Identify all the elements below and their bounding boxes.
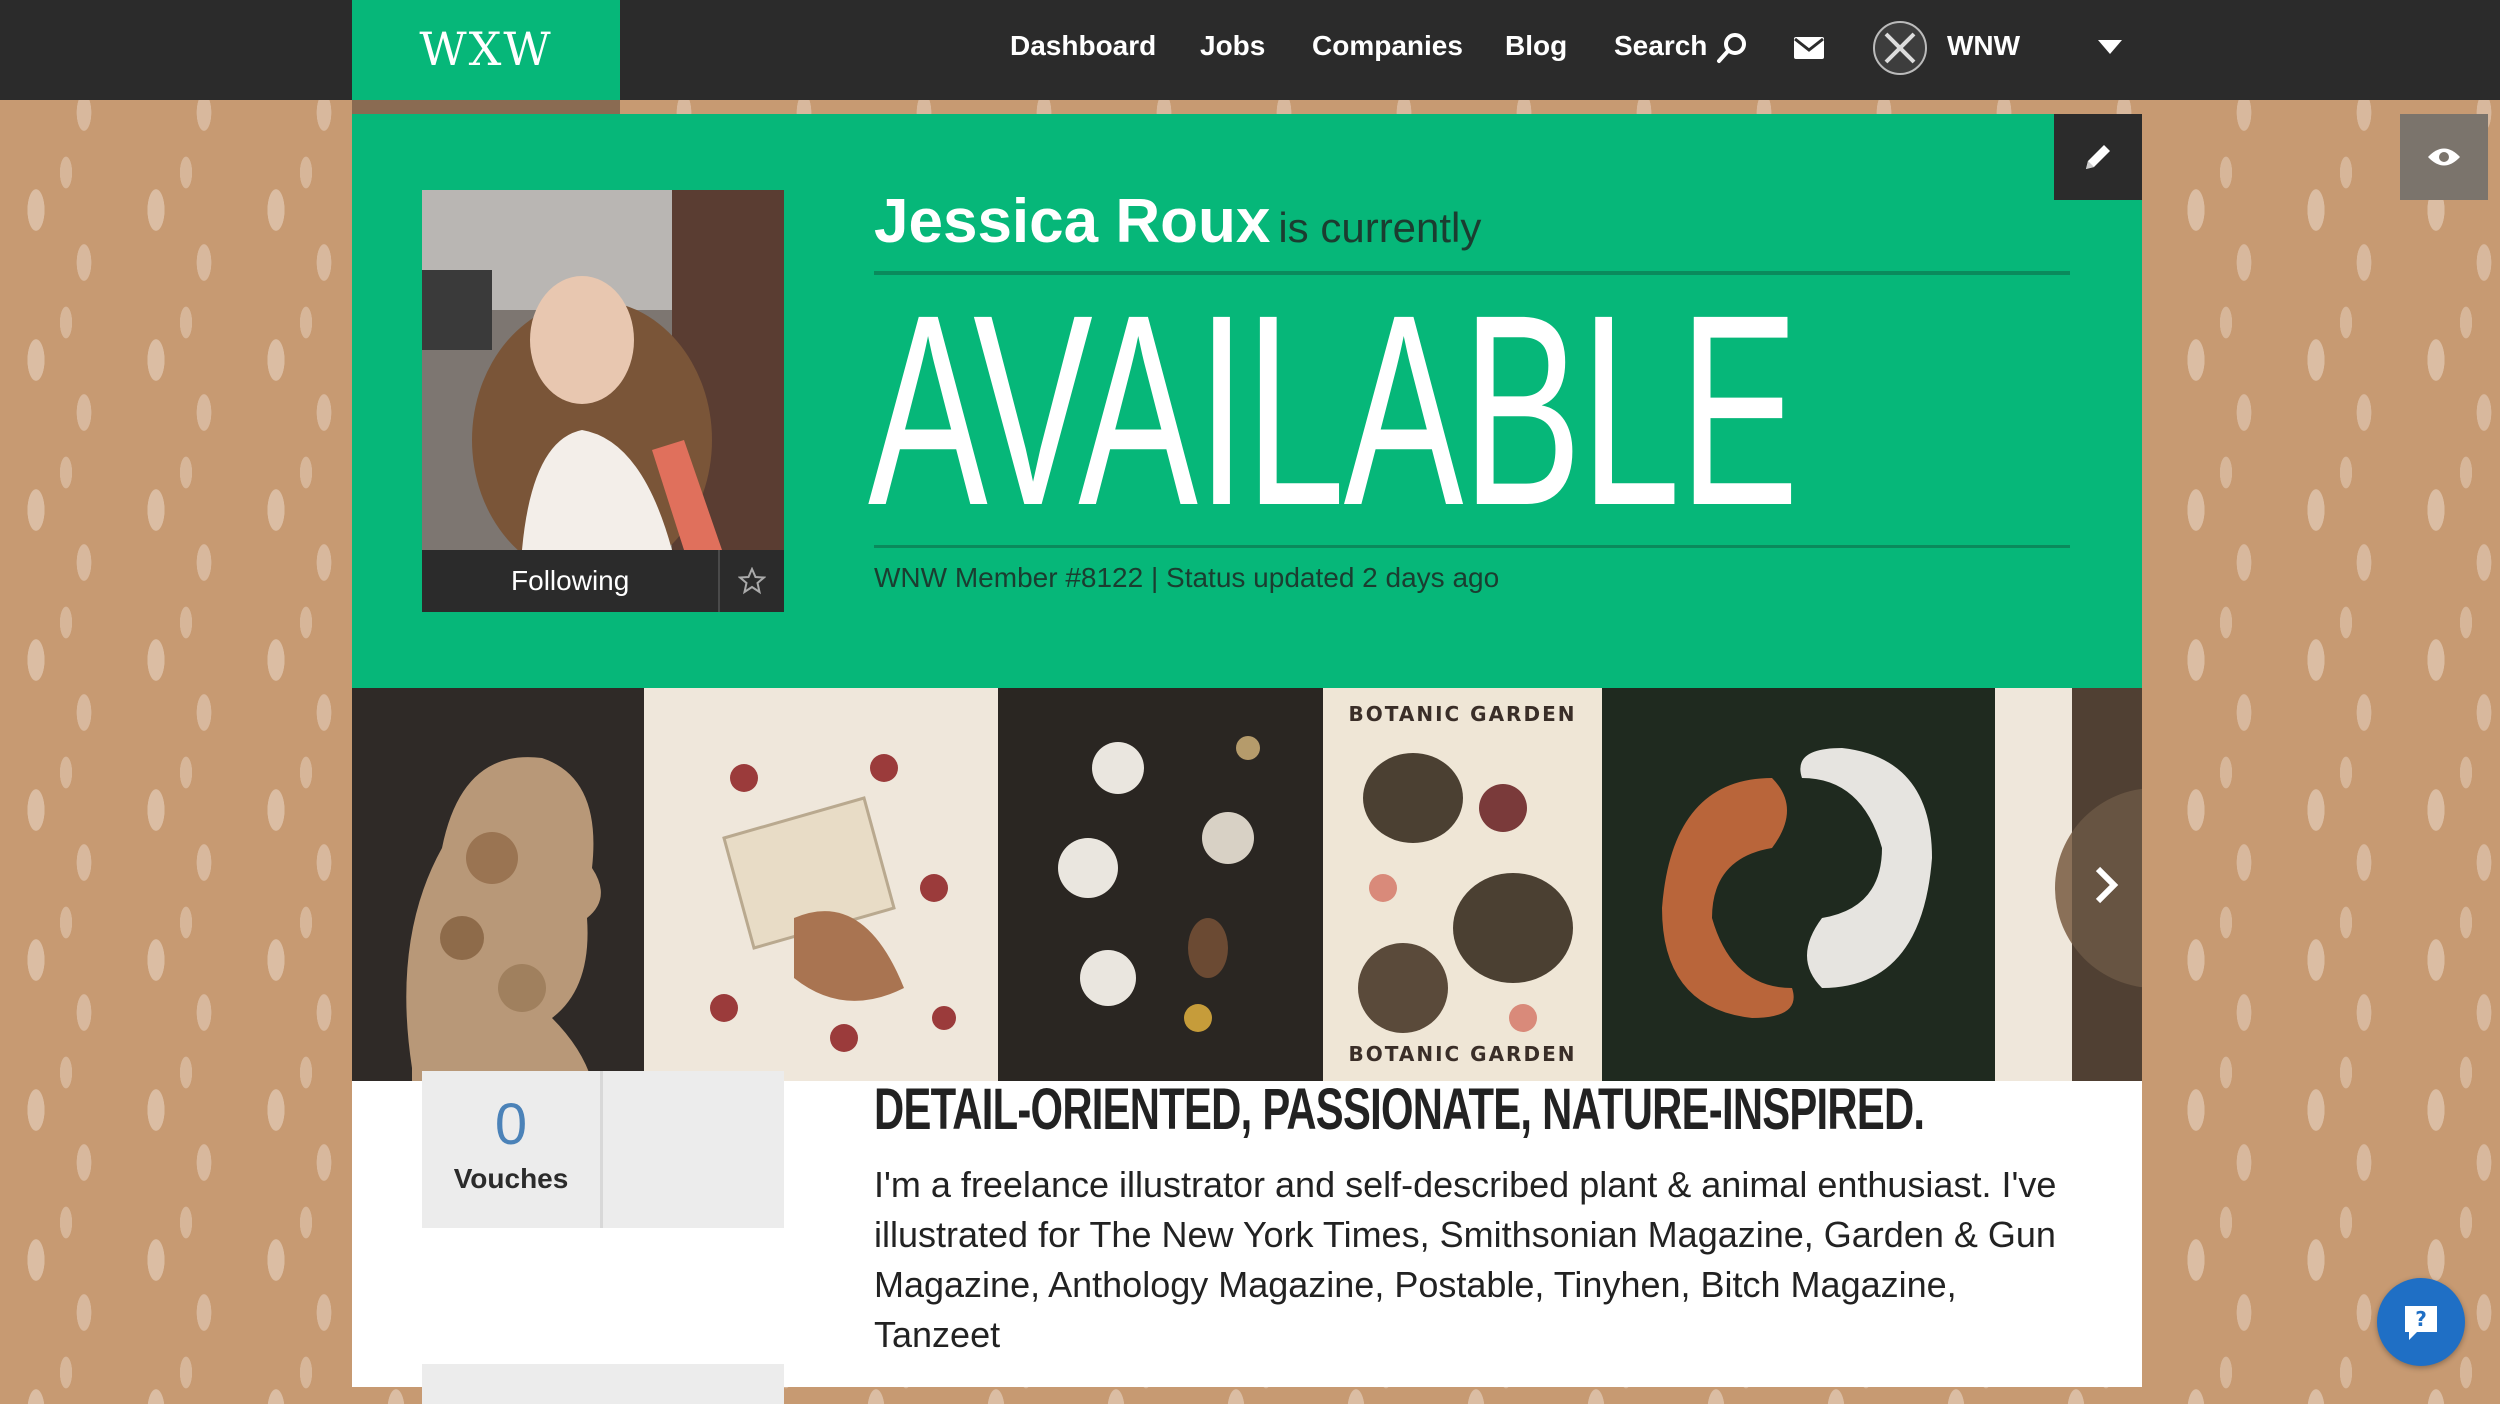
profile-headline: DETAIL-ORIENTED, PASSIONATE, NATURE-INSP… [874, 1077, 1925, 1142]
profile-bio: I'm a freelance illustrator and self-des… [874, 1164, 2057, 1355]
profile-photo-image [422, 190, 784, 550]
pencil-icon [2086, 145, 2110, 169]
nav-search-label: Search [1614, 30, 1708, 61]
gallery-item[interactable] [352, 688, 644, 1081]
logo-tab[interactable]: WXW [352, 0, 620, 100]
gallery-item[interactable]: BOTANIC GARDEN BOTANIC GARDEN [1323, 688, 1602, 1081]
gallery-artwork [406, 757, 601, 1081]
account-name[interactable]: WNW [1947, 30, 2020, 62]
profile-photo [422, 190, 784, 550]
profile-name-line: Jessica Roux is currently [874, 186, 1481, 257]
follow-bar: Following [422, 550, 784, 612]
nav-companies[interactable]: Companies [1312, 30, 1463, 62]
member-meta: WNW Member #8122 | Status updated 2 days… [874, 562, 1500, 593]
gallery-artwork [710, 754, 956, 1052]
gallery-artwork [1662, 748, 1932, 1018]
profile-hero: Following Jessica Roux is currently AVAIL… [352, 114, 2142, 688]
gallery-item[interactable] [1602, 688, 1995, 1081]
gallery-item[interactable] [644, 688, 998, 1081]
preview-button[interactable] [2400, 114, 2488, 200]
chevron-right-icon [2095, 866, 2119, 903]
profile-card: Following Jessica Roux is currently AVAIL… [352, 114, 2142, 1404]
eye-icon [2428, 148, 2460, 166]
gallery-artwork [1358, 753, 1573, 1033]
edit-profile-button[interactable] [2054, 114, 2142, 200]
portfolio-gallery: BOTANIC GARDEN BOTANIC GARDEN [352, 688, 2142, 1081]
chevron-down-icon[interactable] [2098, 40, 2122, 56]
stats-box [422, 1364, 784, 1404]
vouches-label: Vouches [453, 1163, 569, 1194]
nav-dashboard[interactable]: Dashboard [1010, 30, 1156, 62]
availability-status: AVAILABLE [868, 258, 1799, 562]
gallery-item[interactable] [998, 688, 1323, 1081]
site-logo[interactable]: WXW [352, 22, 620, 76]
help-chat-button[interactable]: ? [2377, 1278, 2465, 1366]
vouches-count: 0 [494, 1092, 528, 1157]
divider [874, 545, 2070, 548]
vouches-stat[interactable]: 0 Vouches [422, 1071, 603, 1228]
svg-text:?: ? [2415, 1307, 2427, 1331]
gallery-artwork [1058, 736, 1260, 1032]
account-avatar-icon[interactable] [1872, 20, 1928, 76]
nav-search[interactable]: Search [1614, 30, 1749, 65]
vouches-box: 0 Vouches [422, 1071, 784, 1228]
nav-blog[interactable]: Blog [1505, 30, 1567, 62]
mail-icon[interactable] [1793, 36, 1825, 60]
gallery-next-button[interactable] [2072, 688, 2142, 1081]
profile-name: Jessica Roux [874, 187, 1271, 256]
help-question-icon: ? [2405, 1306, 2437, 1340]
star-icon [738, 567, 767, 595]
favorite-button[interactable] [718, 550, 784, 612]
following-button[interactable]: Following [422, 550, 718, 612]
search-icon [1717, 32, 1747, 63]
currently-text: is currently [1278, 204, 1482, 251]
gallery-caption-bottom: BOTANIC GARDEN [1348, 1042, 1577, 1066]
nav-jobs[interactable]: Jobs [1200, 30, 1265, 62]
